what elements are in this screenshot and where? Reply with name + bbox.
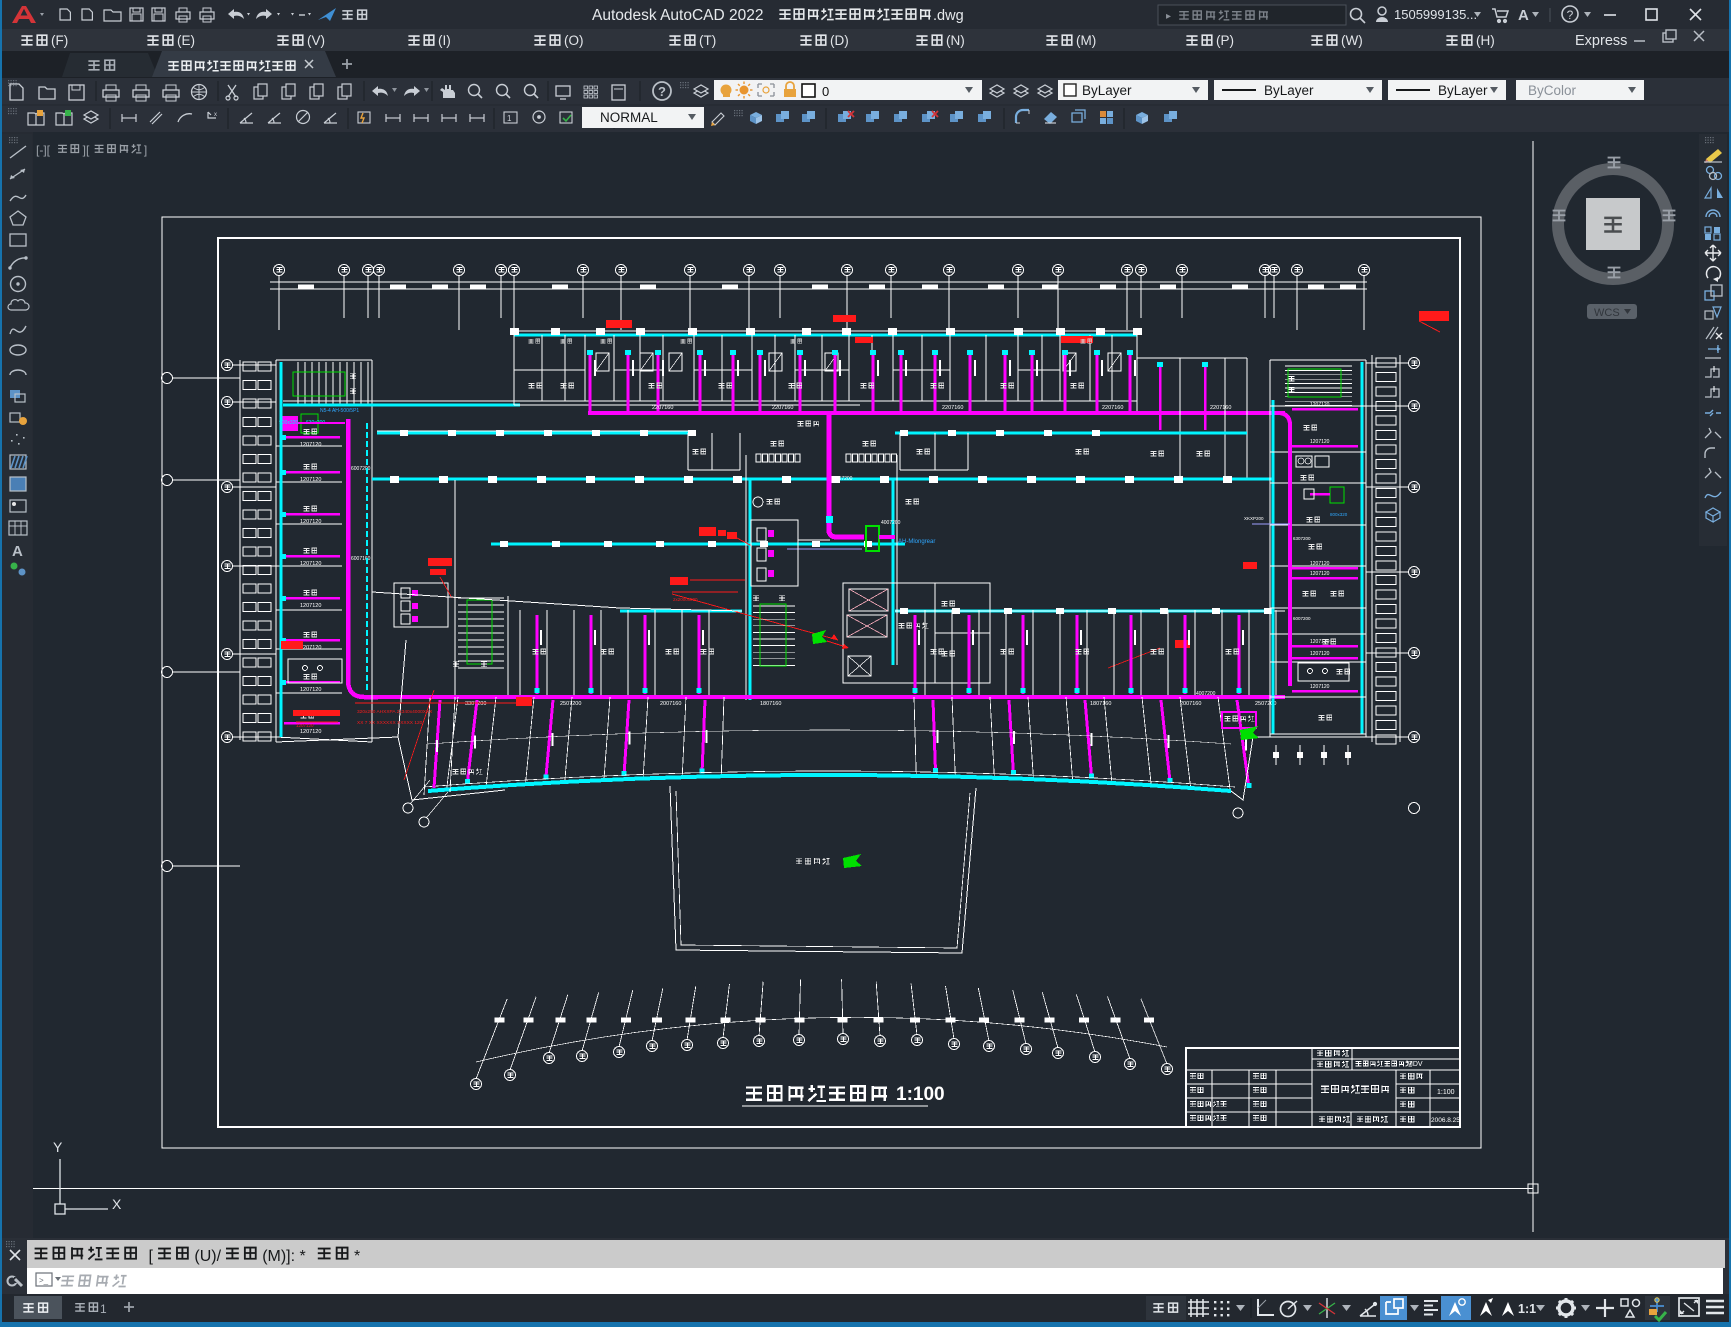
svg-text:(D): (D)	[830, 33, 849, 48]
svg-text:2507200: 2507200	[560, 701, 581, 707]
svg-text:2207160: 2207160	[772, 405, 793, 411]
svg-text:1207120: 1207120	[300, 477, 321, 483]
svg-text:1207120: 1207120	[300, 603, 321, 609]
svg-text:4007200: 4007200	[881, 520, 901, 526]
svg-text:x: x	[214, 112, 217, 118]
svg-text:5007200: 5007200	[833, 476, 853, 482]
svg-text:1807160: 1807160	[1090, 701, 1111, 707]
svg-text:ByLayer: ByLayer	[1264, 83, 1314, 98]
svg-text:Express: Express	[1575, 33, 1627, 49]
svg-text:Autodesk AutoCAD 2022: Autodesk AutoCAD 2022	[592, 7, 763, 24]
svg-text:[: [	[149, 1248, 154, 1265]
svg-text:]: ]	[144, 143, 147, 157]
svg-text:NORMAL: NORMAL	[600, 110, 658, 125]
svg-text:(N): (N)	[946, 33, 965, 48]
svg-text:ByLayer: ByLayer	[1438, 83, 1488, 98]
svg-text:][: ][	[83, 143, 90, 157]
svg-text:(T): (T)	[699, 33, 716, 48]
svg-text:1207120: 1207120	[300, 561, 321, 567]
svg-text:2207160: 2207160	[1210, 405, 1231, 411]
svg-text:2006.8.25: 2006.8.25	[1431, 1117, 1460, 1124]
svg-text:2207160: 2207160	[1102, 405, 1123, 411]
svg-text:800x320: 800x320	[1330, 512, 1348, 517]
svg-text:1207120: 1207120	[1310, 402, 1330, 408]
svg-text:(M)]: *: (M)]: *	[262, 1248, 306, 1265]
svg-text:WCS: WCS	[1594, 307, 1620, 319]
svg-text:(I): (I)	[438, 33, 451, 48]
svg-text:Y: Y	[53, 1139, 63, 1155]
svg-text:(F): (F)	[51, 33, 68, 48]
svg-text:1207120: 1207120	[1310, 571, 1330, 577]
svg-text:(M): (M)	[1076, 33, 1096, 48]
svg-text:1207120: 1207120	[300, 442, 321, 448]
svg-text:1207120: 1207120	[1310, 651, 1330, 657]
svg-text:▸: ▸	[1166, 11, 1171, 22]
svg-text:320x250 AHXXPA 2x340x4000XXX: 320x250 AHXXPA 2x340x4000XXX	[357, 709, 433, 715]
svg-text:N5-4 AH-500/5P1: N5-4 AH-500/5P1	[320, 408, 359, 414]
svg-text:1207120: 1207120	[300, 645, 321, 651]
svg-text:(H): (H)	[1476, 33, 1495, 48]
svg-text:1207120: 1207120	[300, 519, 321, 525]
svg-text:(E): (E)	[177, 33, 195, 48]
svg-text:2207160: 2207160	[942, 405, 963, 411]
svg-text:1: 1	[507, 114, 512, 123]
svg-text:*: *	[354, 1248, 360, 1265]
svg-text:1807160: 1807160	[760, 701, 781, 707]
svg-text:XX 7 XX XXXXXX XXXXX 120: XX 7 XX XXXXXX XXXXX 120	[357, 720, 423, 726]
svg-text:2207160: 2207160	[652, 405, 673, 411]
svg-text:6307200: 6307200	[1293, 536, 1311, 541]
svg-text:X: X	[112, 1196, 122, 1212]
svg-text:[-][: [-][	[36, 143, 51, 157]
svg-text:AH-Mlongrear: AH-Mlongrear	[898, 539, 935, 545]
svg-text:1207120: 1207120	[300, 687, 321, 693]
svg-text:A: A	[12, 543, 23, 560]
svg-text:(P): (P)	[1216, 33, 1234, 48]
svg-text:1: 1	[100, 1302, 107, 1316]
svg-text:ByLayer: ByLayer	[1082, 83, 1132, 98]
svg-text:1:100: 1:100	[896, 1084, 945, 1105]
svg-text:.dwg: .dwg	[933, 8, 964, 24]
svg-text:1207120: 1207120	[1310, 439, 1330, 445]
svg-text:0: 0	[822, 84, 829, 99]
svg-text:6007200: 6007200	[1293, 616, 1311, 621]
svg-text:?: ?	[658, 84, 666, 99]
svg-text:ByColor: ByColor	[1528, 83, 1577, 98]
svg-text:>_: >_	[39, 1276, 49, 1285]
svg-text:(O): (O)	[564, 33, 584, 48]
svg-text:(V): (V)	[307, 33, 325, 48]
svg-text:1:100: 1:100	[1437, 1089, 1455, 1096]
svg-text:XKXP200: XKXP200	[1244, 516, 1264, 521]
svg-text:MDV: MDV	[1407, 1061, 1423, 1068]
svg-text:(W): (W)	[1341, 33, 1363, 48]
svg-text:1:1: 1:1	[1518, 1302, 1536, 1316]
svg-text:1207120: 1207120	[1310, 561, 1330, 567]
svg-text:1207120: 1207120	[296, 723, 314, 728]
svg-text:1505999135...: 1505999135...	[1394, 7, 1477, 22]
svg-text:2007160: 2007160	[660, 701, 681, 707]
svg-text:A: A	[1518, 7, 1529, 24]
svg-text:1207120: 1207120	[300, 729, 321, 735]
svg-text:(U)/: (U)/	[194, 1248, 221, 1265]
svg-text:?: ?	[1567, 8, 1574, 22]
svg-text:1207120: 1207120	[1310, 684, 1330, 690]
svg-text:2007160: 2007160	[1180, 701, 1201, 707]
svg-text:4007200: 4007200	[1196, 691, 1216, 697]
